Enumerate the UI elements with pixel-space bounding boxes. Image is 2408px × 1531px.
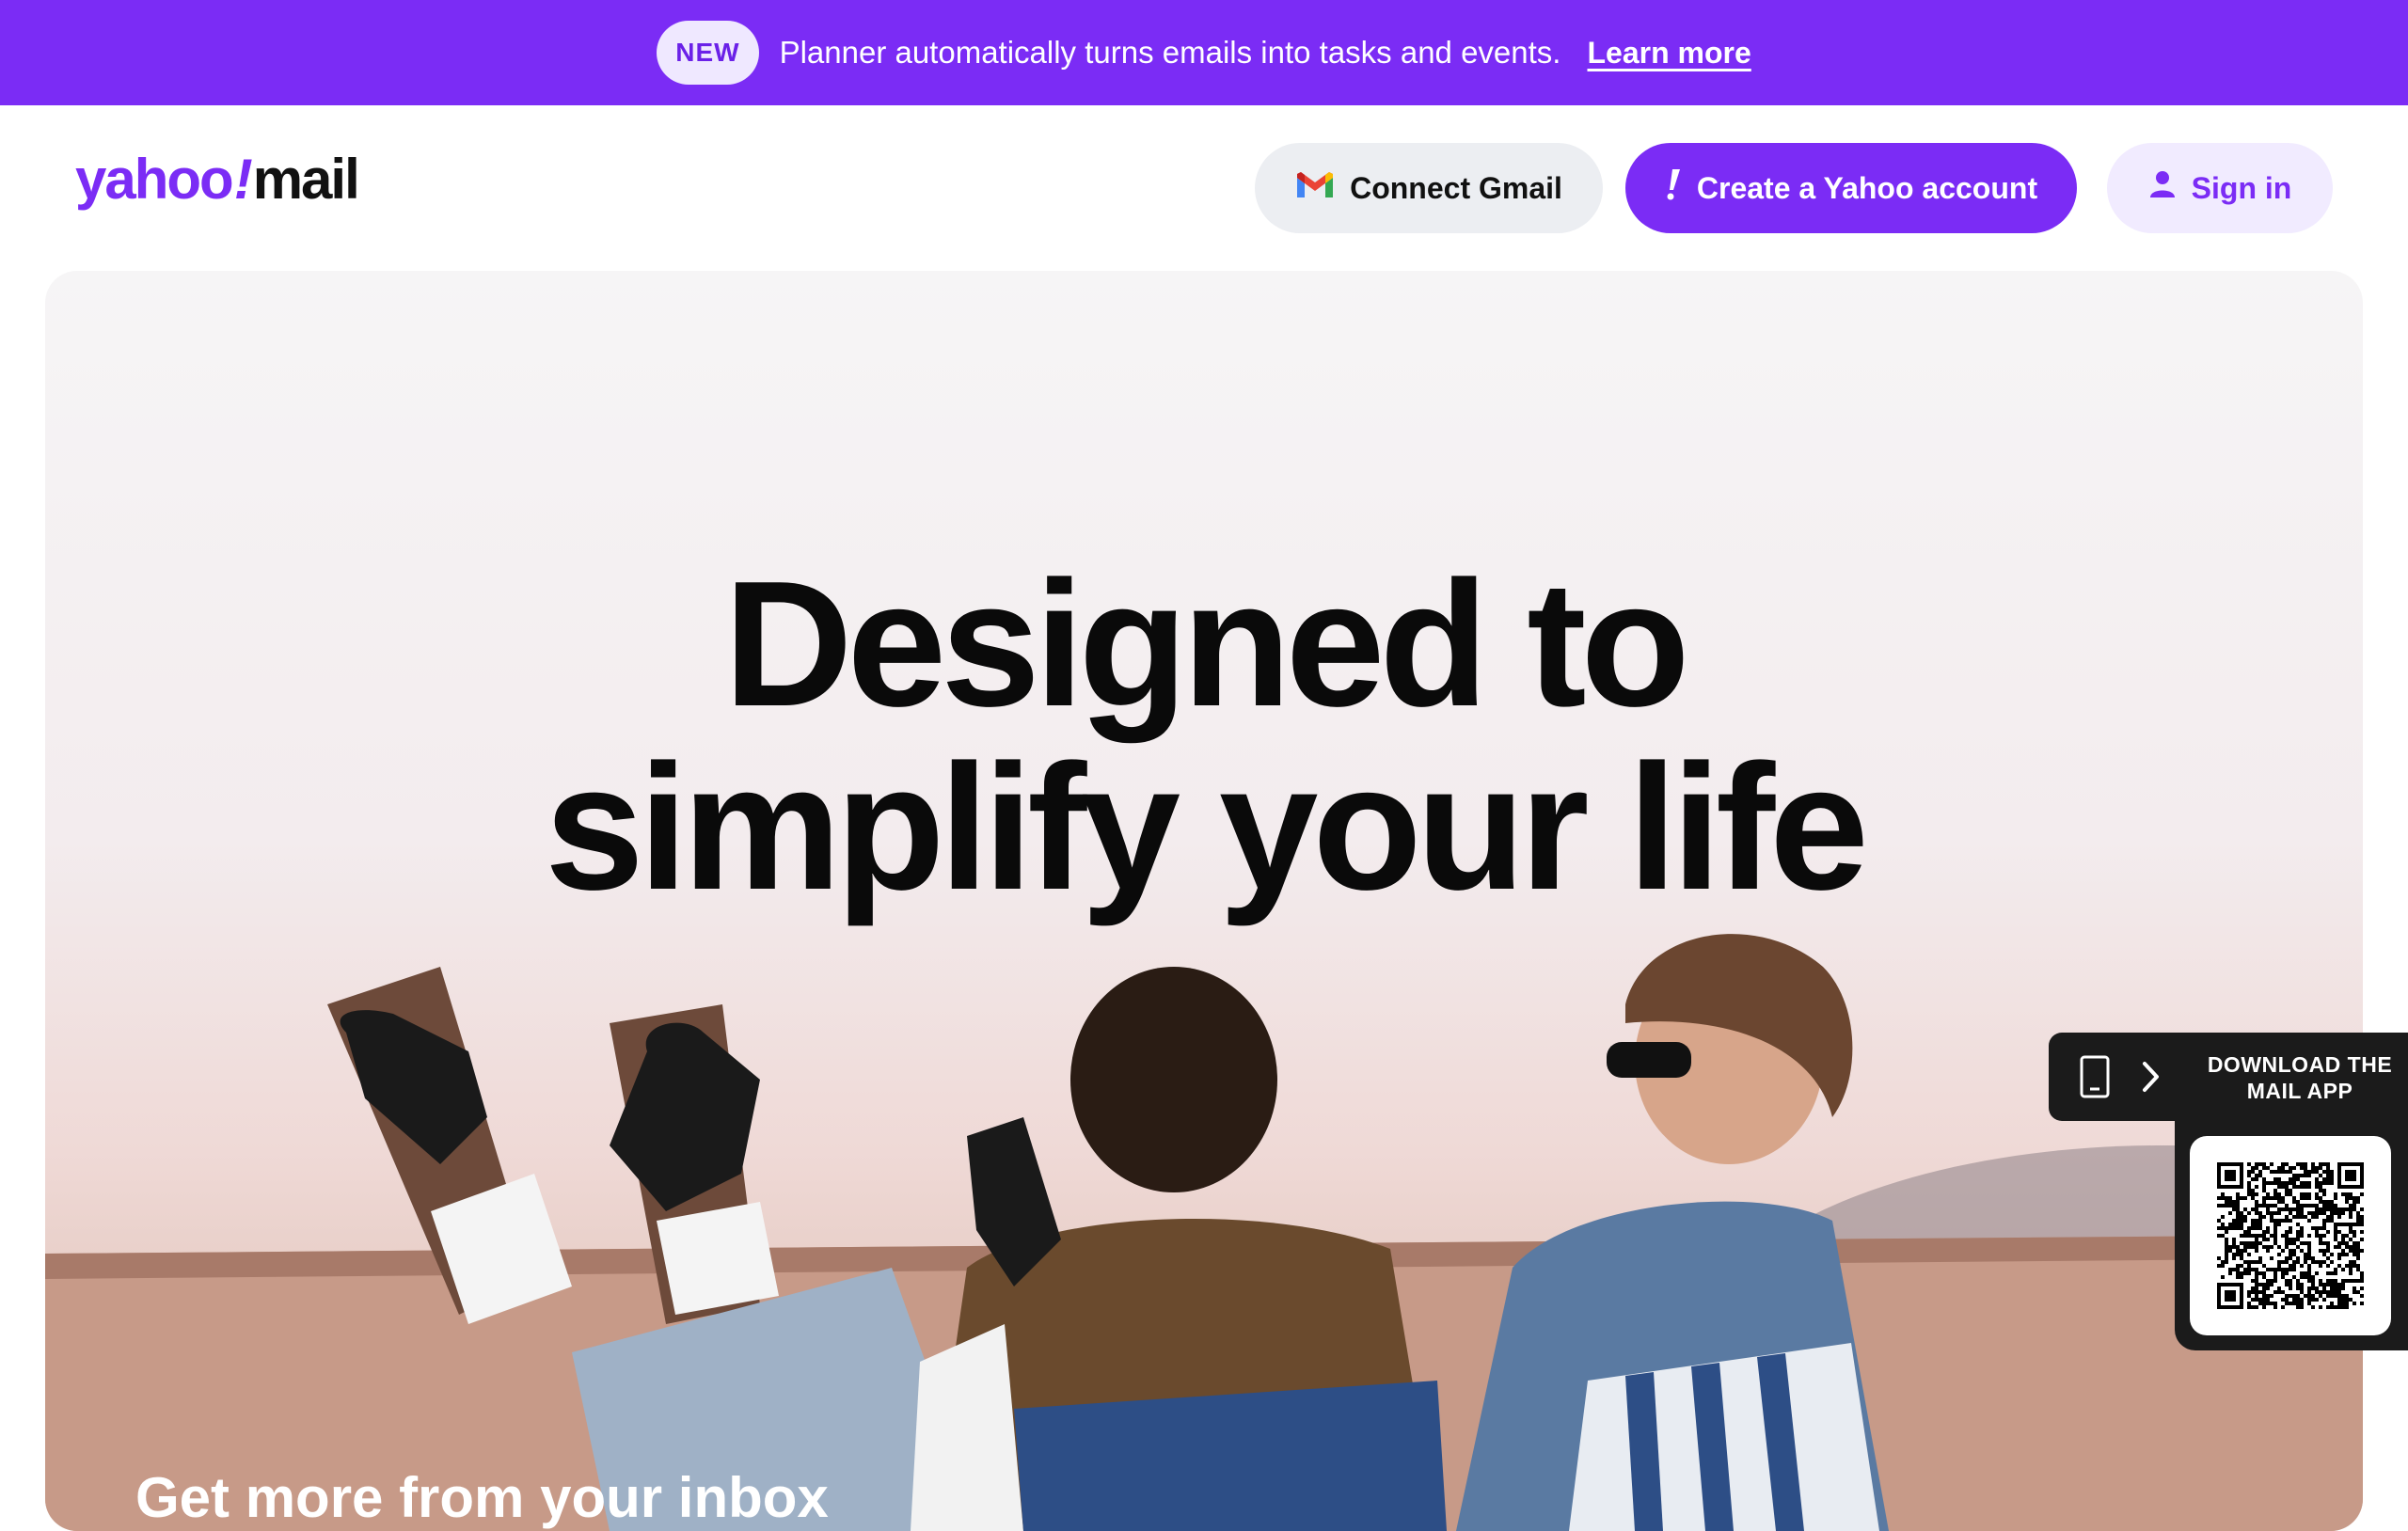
qr-card	[2175, 1121, 2408, 1350]
promo-content: NEW Planner automatically turns emails i…	[657, 21, 1751, 85]
hero-subtitle: Get more from your inbox	[135, 1466, 829, 1529]
promo-banner: NEW Planner automatically turns emails i…	[0, 0, 2408, 105]
gmail-m-icon	[1295, 169, 1335, 207]
chevron-right-icon	[2141, 1061, 2162, 1097]
exclamation-icon	[1665, 168, 1682, 208]
sign-in-button[interactable]: Sign in	[2107, 143, 2333, 233]
hero-title: Designed to simplify your life	[45, 553, 2363, 920]
new-badge: NEW	[657, 21, 759, 85]
promo-text: Planner automatically turns emails into …	[779, 35, 1561, 70]
yahoo-mail-logo[interactable]: yahoo! mail	[75, 147, 360, 213]
hero-title-line-2: simplify your life	[545, 728, 1869, 927]
connect-gmail-label: Connect Gmail	[1350, 170, 1562, 205]
hero-title-line-1: Designed to	[723, 545, 1689, 744]
download-app-tab[interactable]: DOWNLOAD THE MAIL APP	[2049, 1033, 2408, 1121]
connect-gmail-button[interactable]: Connect Gmail	[1255, 143, 1603, 233]
hero-section: Designed to simplify your life Get more …	[45, 271, 2363, 1531]
qr-code	[2217, 1162, 2364, 1309]
learn-more-link[interactable]: Learn more	[1587, 36, 1751, 71]
logo-mail-text: mail	[252, 148, 360, 211]
logo-yahoo-text: yahoo	[75, 148, 234, 211]
create-account-label: Create a Yahoo account	[1696, 170, 2038, 205]
user-icon	[2148, 169, 2177, 207]
download-app-label-line-1: DOWNLOAD THE	[2207, 1052, 2393, 1077]
sign-in-label: Sign in	[2191, 170, 2292, 205]
download-app-label: DOWNLOAD THE MAIL APP	[2192, 1051, 2408, 1104]
phone-icon	[2079, 1055, 2111, 1103]
logo-exclamation-mark: !	[233, 148, 253, 211]
qr-code-frame	[2190, 1136, 2391, 1335]
download-app-label-line-2: MAIL APP	[2246, 1079, 2353, 1103]
create-account-button[interactable]: Create a Yahoo account	[1625, 143, 2077, 233]
